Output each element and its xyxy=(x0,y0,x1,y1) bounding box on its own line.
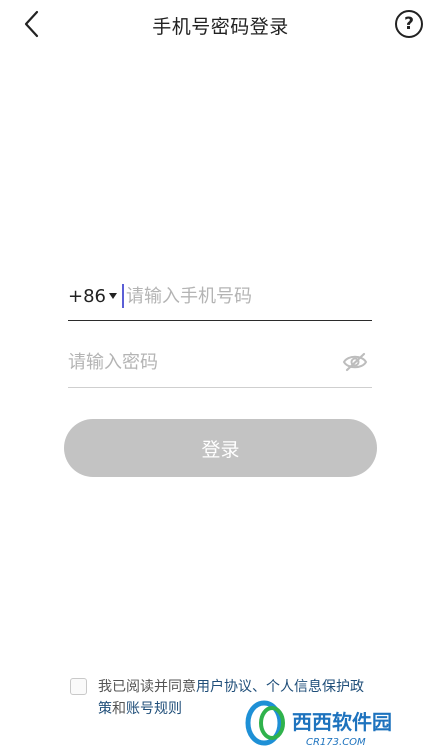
password-visibility-toggle[interactable] xyxy=(342,352,368,372)
phone-input[interactable] xyxy=(126,285,372,307)
password-input-row xyxy=(68,337,372,388)
login-page: 手机号密码登录 ? +86 登录 我已阅读并同意用户协议、个人信息保护政策和账号… xyxy=(0,0,441,749)
text-cursor xyxy=(122,284,124,308)
help-button[interactable]: ? xyxy=(395,10,423,38)
question-circle-icon: ? xyxy=(404,14,414,34)
login-button[interactable]: 登录 xyxy=(64,419,377,477)
agreement-conjunction: 和 xyxy=(112,701,126,717)
watermark-logo: 西西软件园 CR173.COM xyxy=(244,696,441,749)
password-input[interactable] xyxy=(68,351,342,373)
phone-input-row: +86 xyxy=(68,272,372,321)
agreement-separator: 、 xyxy=(252,679,266,695)
country-code-selector[interactable]: +86 xyxy=(68,286,106,307)
caret-down-icon[interactable] xyxy=(109,293,117,299)
watermark-text: 西西软件园 xyxy=(292,710,392,734)
page-title: 手机号密码登录 xyxy=(152,16,289,38)
agreement-prefix: 我已阅读并同意 xyxy=(98,679,196,695)
agreement-checkbox[interactable] xyxy=(70,678,87,695)
user-agreement-link[interactable]: 用户协议 xyxy=(196,679,252,695)
eye-off-icon xyxy=(342,352,368,372)
watermark-domain: CR173.COM xyxy=(306,737,366,748)
account-rules-link[interactable]: 账号规则 xyxy=(126,701,182,717)
